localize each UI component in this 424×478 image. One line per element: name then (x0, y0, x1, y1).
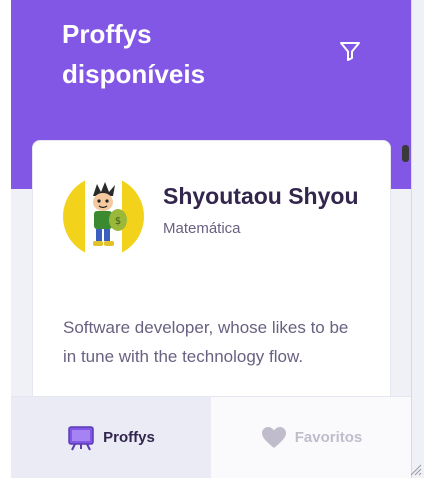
teacher-bio: Software developer, whose likes to be in… (63, 318, 349, 366)
page-title: Proffys disponíveis (62, 19, 206, 89)
tab-favoritos-label: Favoritos (294, 429, 363, 446)
tab-favoritos[interactable]: Favoritos (211, 397, 411, 478)
window-edge (0, 0, 11, 478)
tv-icon (68, 425, 94, 450)
tab-proffys[interactable]: Proffys (11, 397, 211, 478)
tab-proffys-label: Proffys (103, 429, 155, 446)
app-screen[interactable]: Proffys disponíveis $ Shyoutaou Shyou Ma… (11, 0, 412, 478)
scrollbar-thumb[interactable] (402, 145, 409, 162)
filter-icon (340, 42, 360, 61)
teacher-card: $ Shyoutaou Shyou Matemática Software de… (32, 140, 391, 440)
filter-button[interactable] (335, 36, 365, 66)
app-frame: Proffys disponíveis $ Shyoutaou Shyou Ma… (0, 0, 424, 478)
resize-grip-icon[interactable] (408, 462, 422, 476)
heart-icon (261, 426, 286, 448)
teacher-subject: Matemática (163, 220, 241, 237)
svg-text:$: $ (115, 216, 121, 227)
teacher-avatar: $ (63, 176, 144, 257)
bottom-tab-bar: Proffys Favoritos (11, 396, 411, 478)
teacher-name: Shyoutaou Shyou (163, 183, 359, 209)
